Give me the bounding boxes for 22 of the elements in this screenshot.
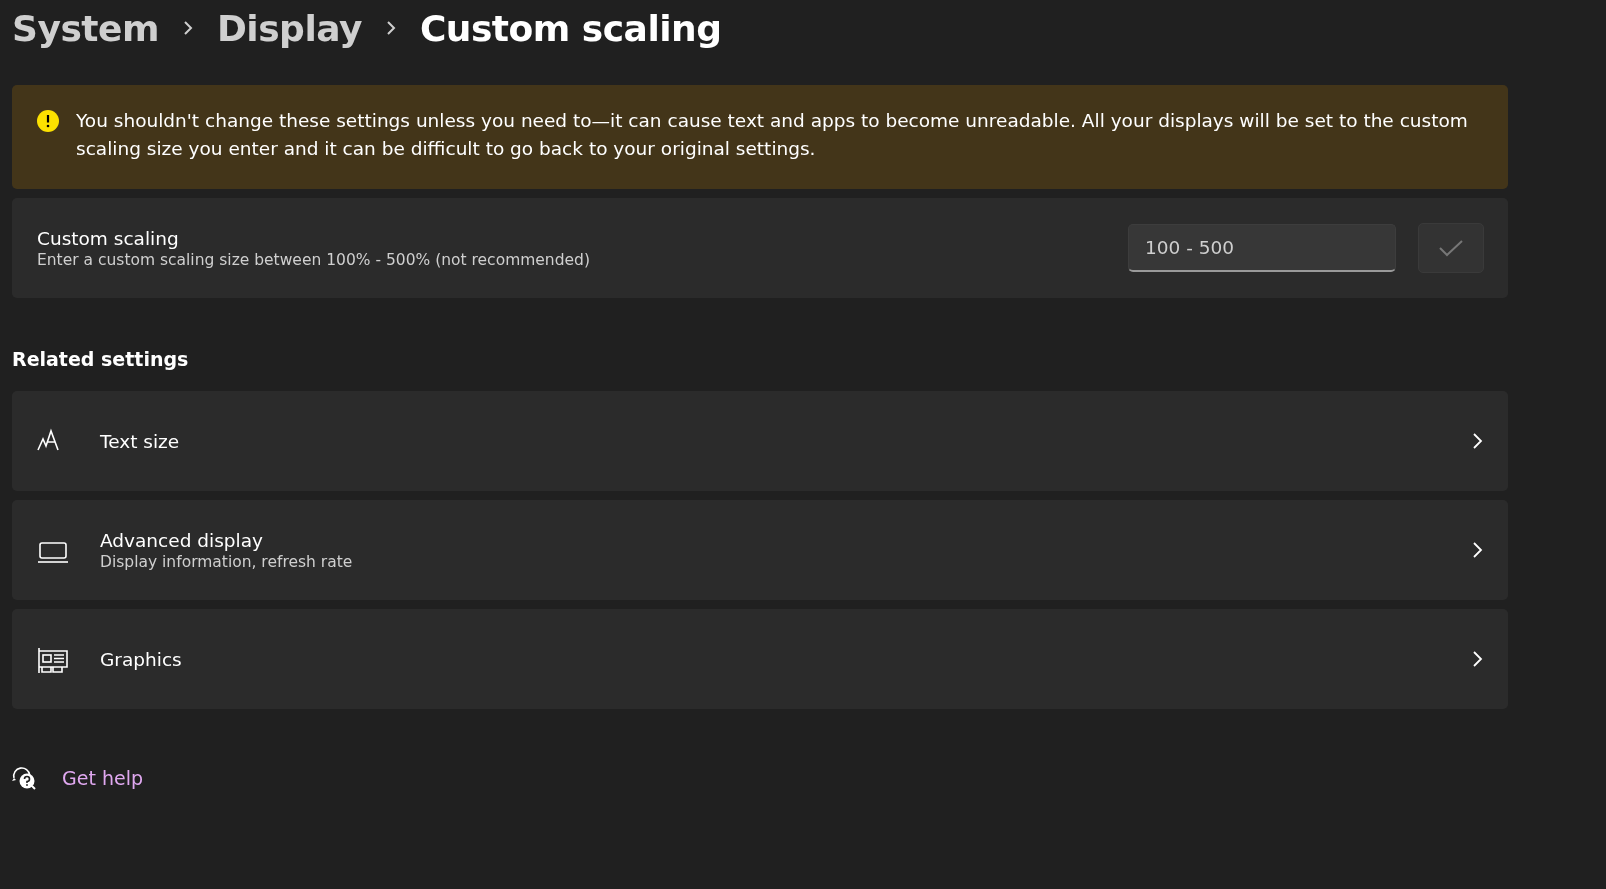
warning-icon (36, 109, 60, 133)
settings-link-card[interactable]: Text size (12, 391, 1508, 491)
setting-description: Enter a custom scaling size between 100% - 500% (not recommended) (37, 250, 591, 269)
settings-link-card[interactable]: Graphics (12, 609, 1508, 709)
setting-title: Custom scaling (37, 227, 180, 249)
warning-text: You shouldn't change these settings unless you need to—it can cause text and apps to become unreadable. All your displays will be set to the custom scaling size you enter and it can be difficult to go back to your original settings. (76, 109, 1469, 161)
checkmark-icon (1438, 238, 1464, 258)
breadcrumb-item: Custom scaling (419, 7, 722, 49)
setting-title: Text size (100, 430, 181, 452)
get-help-link[interactable]: Get help (62, 767, 143, 789)
setting-title: Graphics (100, 648, 183, 670)
scaling-input-field[interactable]: 100 - 500 (1128, 224, 1396, 272)
setting-description: Display information, refresh rate (100, 552, 354, 571)
chevron-icon (1470, 649, 1484, 669)
chevron-icon (1470, 540, 1484, 560)
section-heading: Related settings (12, 348, 190, 370)
help-icon (10, 764, 38, 792)
chevron-icon (1470, 431, 1484, 451)
breadcrumb-item[interactable]: System (12, 7, 159, 49)
setting-title: Advanced display (100, 529, 264, 551)
settings-link-card[interactable]: Advanced display Display information, refresh rate (12, 500, 1508, 600)
breadcrumb-item[interactable]: Display (216, 7, 362, 49)
